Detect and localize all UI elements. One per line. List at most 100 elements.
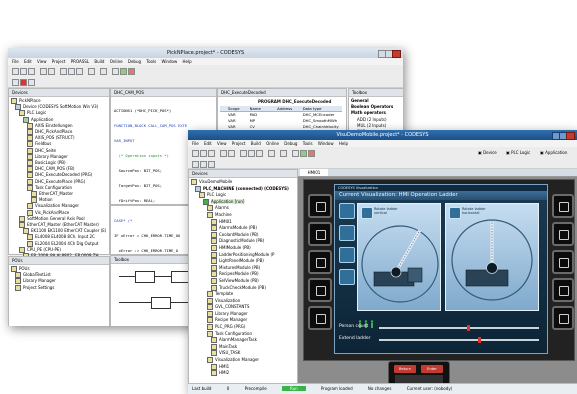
- application-dropdown[interactable]: ▣ Application: [540, 149, 567, 156]
- col-scope[interactable]: Scope: [220, 106, 250, 111]
- new-icon[interactable]: [12, 68, 19, 75]
- paste-icon[interactable]: [256, 150, 263, 157]
- hmi-side-button[interactable]: [552, 278, 574, 302]
- menu-help[interactable]: Help: [183, 59, 192, 64]
- stop-icon[interactable]: [308, 150, 315, 157]
- tree-item[interactable]: VisuDemoMobile: [191, 179, 289, 186]
- hmi-side-button[interactable]: [552, 250, 574, 274]
- tree-item[interactable]: HMI01: [191, 218, 289, 226]
- col-datatype[interactable]: Data type: [303, 106, 342, 111]
- return-button[interactable]: Return: [394, 365, 416, 373]
- device-dropdown[interactable]: ▣ Device: [478, 149, 497, 156]
- enter-button[interactable]: Enter: [421, 365, 443, 373]
- start-icon[interactable]: [300, 150, 307, 157]
- plc-logic-dropdown[interactable]: ▣ PLC Logic: [506, 149, 530, 156]
- menu-online[interactable]: Online: [110, 59, 123, 64]
- editor-tab[interactable]: DHC_CAM_POS: [111, 89, 216, 97]
- hmi-side-button[interactable]: [552, 306, 574, 330]
- undo-icon[interactable]: [40, 68, 47, 75]
- tree-item[interactable]: LightPanelModule (PB): [191, 258, 289, 265]
- paste-icon[interactable]: [76, 68, 83, 75]
- redo-icon[interactable]: [48, 68, 55, 75]
- tree-item[interactable]: Alarms: [191, 205, 289, 212]
- save-icon[interactable]: [208, 150, 215, 157]
- extend-ladder-thumb[interactable]: [478, 337, 482, 343]
- breakpoint-icon[interactable]: [20, 79, 27, 86]
- login-icon[interactable]: [292, 150, 299, 157]
- hmi-side-button[interactable]: [308, 222, 332, 246]
- watch-icon[interactable]: [28, 79, 35, 86]
- hmi-side-button[interactable]: [308, 250, 332, 274]
- menu-window[interactable]: Window: [161, 59, 177, 64]
- tree-item[interactable]: Template: [191, 291, 289, 298]
- tree-item[interactable]: Application [run]: [191, 198, 289, 206]
- menu-view[interactable]: View: [217, 141, 227, 146]
- person-count-thumb[interactable]: [467, 325, 470, 331]
- menu-build[interactable]: Build: [94, 59, 104, 64]
- fbd-block[interactable]: [135, 271, 155, 283]
- menu-view[interactable]: View: [37, 59, 47, 64]
- stop-icon[interactable]: [128, 68, 135, 75]
- hmi-side-button[interactable]: [552, 194, 574, 218]
- menu-debug[interactable]: Debug: [128, 59, 141, 64]
- person-count-slider[interactable]: [379, 327, 539, 329]
- menu-proassl[interactable]: PROASSL: [71, 59, 89, 64]
- hmi-side-button[interactable]: [308, 306, 332, 330]
- tree-item[interactable]: Visualization Manager: [191, 357, 289, 364]
- menu-project[interactable]: Project: [232, 141, 246, 146]
- decoder-tab[interactable]: DHC_ExecuteDecoded: [218, 89, 346, 97]
- tree-item[interactable]: RecipesModule (PB): [191, 271, 289, 278]
- find-icon[interactable]: [88, 68, 95, 75]
- open-icon[interactable]: [200, 150, 207, 157]
- cut-icon[interactable]: [240, 150, 247, 157]
- extend-ladder-slider[interactable]: [379, 339, 539, 341]
- tree-item[interactable]: Visualization: [191, 297, 289, 305]
- fbd-block[interactable]: [151, 297, 171, 309]
- rotate-ladder-button[interactable]: [339, 203, 355, 219]
- hmi-side-button[interactable]: [552, 222, 574, 246]
- zoom-icon[interactable]: [208, 161, 215, 168]
- build-icon[interactable]: [100, 68, 107, 75]
- menu-edit[interactable]: Edit: [24, 59, 32, 64]
- settings-button[interactable]: [339, 269, 355, 285]
- start-icon[interactable]: [120, 68, 127, 75]
- hmi-side-button[interactable]: [308, 194, 332, 218]
- cut-icon[interactable]: [60, 68, 67, 75]
- menu-tools[interactable]: Tools: [146, 59, 156, 64]
- tree-item[interactable]: LadderPositioningModule (P: [191, 251, 289, 259]
- menu-window[interactable]: Window: [318, 141, 334, 146]
- menu-file[interactable]: File: [192, 141, 199, 146]
- tree-item[interactable]: MainTask: [191, 343, 289, 351]
- tree-item[interactable]: Project Settings: [11, 284, 56, 291]
- col-address[interactable]: Address: [277, 106, 303, 111]
- tree-item[interactable]: HMI2: [191, 370, 289, 377]
- tree-item[interactable]: HMI1: [191, 363, 289, 371]
- tree-item[interactable]: Recipe Manager: [191, 317, 289, 324]
- save-icon[interactable]: [28, 68, 35, 75]
- tree-item[interactable]: DiagnosticModule (PB): [191, 238, 289, 245]
- menu-edit[interactable]: Edit: [204, 141, 212, 146]
- align-icon[interactable]: [192, 161, 199, 168]
- tree-item[interactable]: SelViewModule (PB): [191, 277, 289, 285]
- tree-item[interactable]: VISU_TASK: [191, 350, 289, 357]
- tree-item[interactable]: Library Manager: [191, 310, 289, 318]
- window-controls[interactable]: [378, 50, 401, 58]
- copy-icon[interactable]: [248, 150, 255, 157]
- menu-project[interactable]: Project: [52, 59, 66, 64]
- arrow-down-button[interactable]: [339, 247, 355, 263]
- tree-item[interactable]: Task Configuration: [191, 330, 289, 338]
- tree-item[interactable]: AlarmManagerTask: [191, 337, 289, 344]
- toolbox-item[interactable]: ADD (2 Inputs): [351, 117, 393, 123]
- group-icon[interactable]: [200, 161, 207, 168]
- redo-icon[interactable]: [228, 150, 235, 157]
- tree-item[interactable]: TruckCheckModule (PB): [191, 284, 289, 292]
- tree-item[interactable]: GVL_CONSTANTS: [191, 304, 289, 311]
- tree-item[interactable]: PLC Logic: [191, 192, 289, 199]
- open-icon[interactable]: [20, 68, 27, 75]
- col-name[interactable]: Name: [250, 106, 278, 111]
- tree-item[interactable]: CoolantModule (PB): [191, 231, 289, 239]
- menu-build[interactable]: Build: [251, 141, 261, 146]
- find-icon[interactable]: [268, 150, 275, 157]
- step-icon[interactable]: [12, 79, 19, 86]
- tree-item[interactable]: PLC_MACHINE (connected) (CODESYS): [191, 185, 289, 193]
